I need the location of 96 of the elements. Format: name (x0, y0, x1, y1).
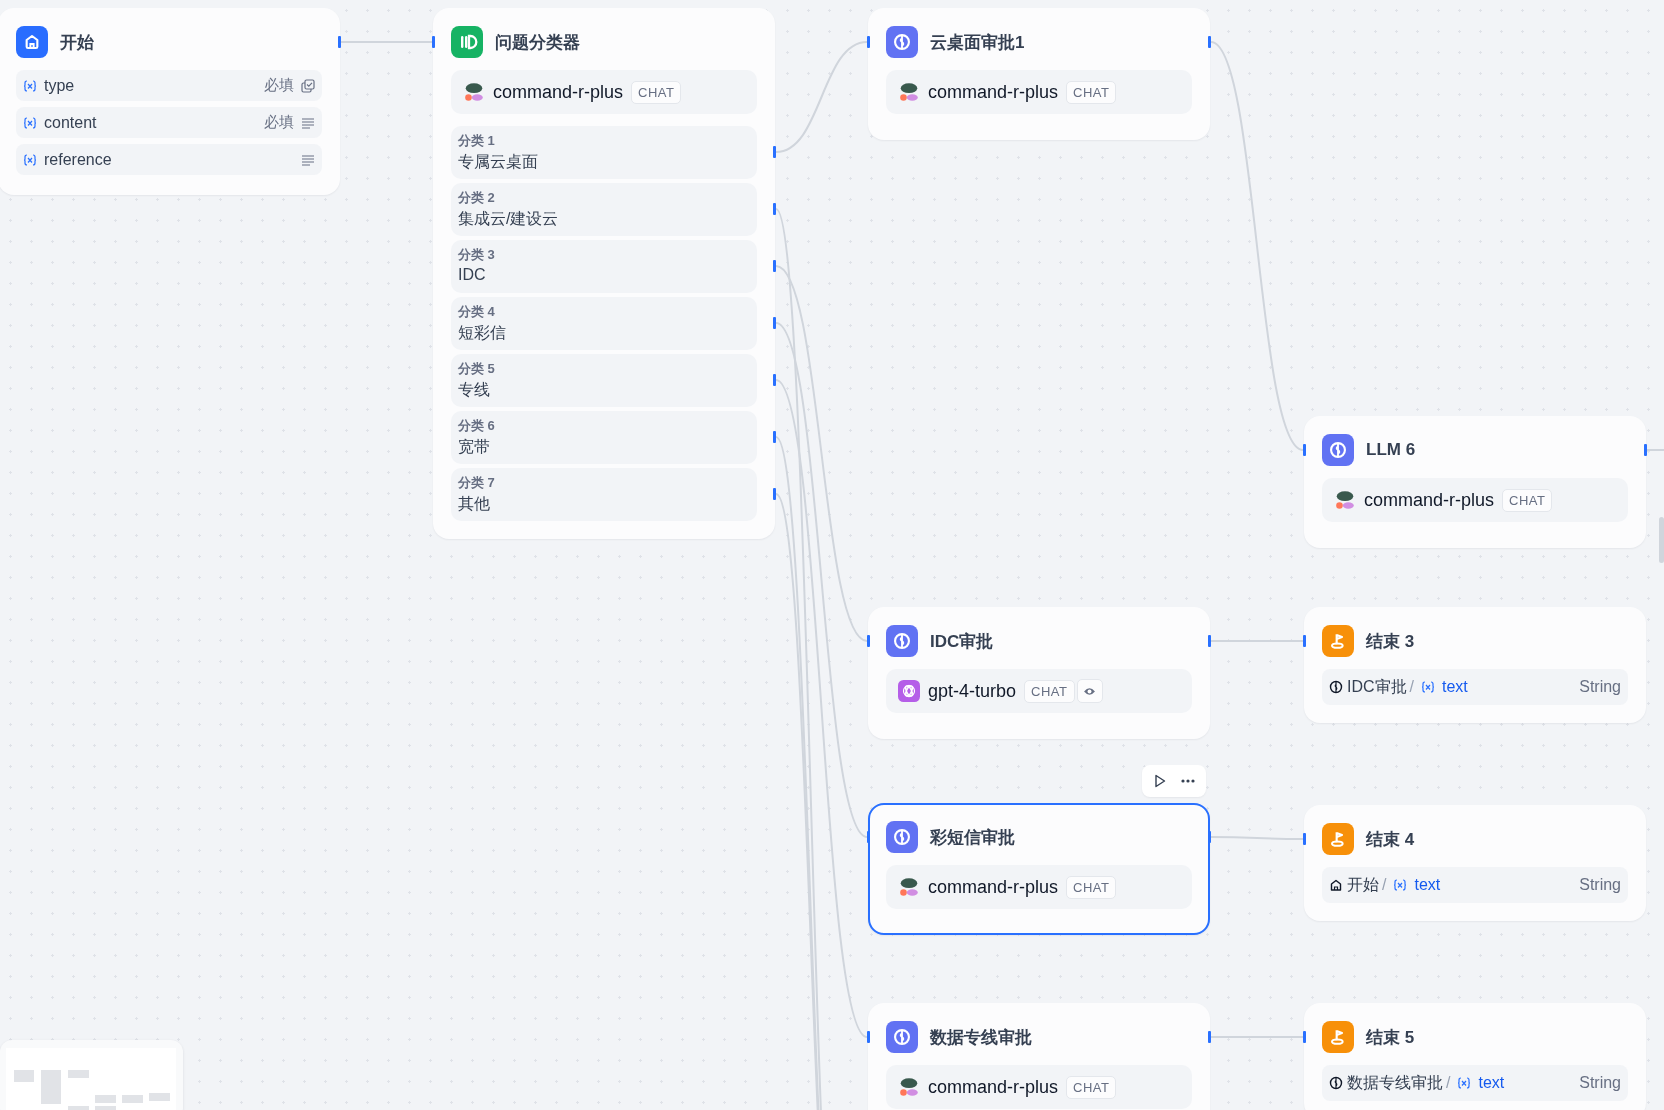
connection-handle[interactable] (1303, 1031, 1306, 1043)
connection-handle[interactable] (1303, 444, 1306, 456)
connection-handle[interactable] (773, 374, 776, 386)
connection-handle[interactable] (1644, 444, 1647, 456)
source-node-name: IDC审批 (1347, 676, 1407, 697)
node-title: 结束 5 (1366, 1026, 1415, 1049)
flag-icon (1322, 1021, 1354, 1053)
mode-badge: CHAT (631, 80, 682, 104)
brain-icon (886, 821, 918, 853)
model-logo-icon (898, 680, 920, 702)
connector-edge (1646, 449, 1664, 451)
connection-handle[interactable] (1303, 833, 1306, 845)
connection-handle[interactable] (1208, 1031, 1211, 1043)
brain-icon (1322, 434, 1354, 466)
path-separator: / (1409, 678, 1414, 696)
connection-handle[interactable] (867, 635, 870, 647)
connection-handle[interactable] (773, 488, 776, 500)
model-logo-icon (463, 81, 485, 103)
model-logo-icon (898, 876, 920, 898)
connection-handle[interactable] (773, 203, 776, 215)
node-title: 结束 3 (1366, 630, 1415, 653)
variable-name: text (1478, 1074, 1505, 1092)
required-label: 必填 (264, 76, 294, 95)
node-title: 结束 4 (1366, 828, 1415, 851)
path-separator: / (1446, 1074, 1451, 1092)
mode-badge: CHAT (1024, 679, 1075, 703)
variable-name: reference (44, 150, 112, 169)
model-selector[interactable]: gpt-4-turbo CHAT (886, 669, 1192, 713)
flag-icon (1322, 823, 1354, 855)
connection-handle[interactable] (1208, 831, 1211, 843)
model-logo-icon (1334, 489, 1356, 511)
variable-name: type (44, 76, 75, 95)
classifier-icon (451, 26, 483, 58)
home-icon (16, 26, 48, 58)
connection-handle[interactable] (773, 317, 776, 329)
variable-type: String (1579, 678, 1621, 696)
variable-type: String (1579, 1074, 1621, 1092)
model-name: command-r-plus (493, 81, 624, 103)
connection-handle[interactable] (867, 36, 870, 48)
variable-icon (22, 77, 38, 94)
variable-icon (1456, 1075, 1473, 1091)
node-title: 问题分类器 (495, 31, 580, 54)
home-icon (1329, 878, 1343, 892)
connection-handle[interactable] (773, 431, 776, 443)
scrollbar (1659, 517, 1664, 563)
flag-icon (1322, 625, 1354, 657)
model-logo-icon (898, 1076, 920, 1098)
model-name: gpt-4-turbo (928, 680, 1017, 702)
source-node-name: 开始 (1347, 874, 1379, 895)
node-title: IDC审批 (930, 630, 994, 653)
model-selector[interactable]: command-r-plus CHAT (886, 1065, 1192, 1109)
connection-handle[interactable] (1303, 635, 1306, 647)
connection-handle[interactable] (867, 831, 870, 843)
connection-handle[interactable] (432, 36, 435, 48)
source-node-name: 数据专线审批 (1347, 1072, 1443, 1093)
brain-icon (886, 26, 918, 58)
variable-icon (1420, 679, 1436, 695)
variable-name: content (44, 113, 97, 132)
connection-handle[interactable] (1208, 635, 1211, 647)
connection-handle[interactable] (773, 146, 776, 158)
path-separator: / (1382, 876, 1387, 894)
model-name: command-r-plus (928, 81, 1059, 103)
required-label: 必填 (264, 113, 294, 132)
model-logo-icon (898, 81, 920, 103)
variable-icon (22, 114, 38, 131)
model-selector[interactable]: command-r-plus CHAT (886, 70, 1192, 114)
variable-name: text (1442, 678, 1468, 696)
connection-handle[interactable] (1208, 36, 1211, 48)
node-title: 开始 (60, 31, 94, 54)
brain-icon (1329, 1076, 1343, 1090)
model-name: command-r-plus (928, 876, 1059, 898)
connection-handle[interactable] (338, 36, 341, 48)
brain-icon (886, 625, 918, 657)
model-selector[interactable]: command-r-plus CHAT (1322, 478, 1628, 522)
variable-icon (22, 151, 38, 168)
connection-handle[interactable] (773, 260, 776, 272)
variable-name: text (1414, 876, 1441, 894)
brain-icon (1329, 680, 1343, 694)
variable-type: String (1579, 876, 1621, 894)
node-title: LLM 6 (1366, 440, 1416, 460)
mode-badge: CHAT (1066, 80, 1117, 104)
model-name: command-r-plus (1364, 489, 1495, 511)
connection-handle[interactable] (867, 1031, 870, 1043)
node-title: 云桌面审批1 (930, 31, 1025, 54)
model-name: command-r-plus (928, 1076, 1059, 1098)
mode-badge: CHAT (1066, 875, 1117, 899)
node-title: 数据专线审批 (930, 1026, 1032, 1049)
node-title: 彩短信审批 (930, 826, 1015, 849)
model-selector[interactable]: command-r-plus CHAT (886, 865, 1192, 909)
brain-icon (886, 1021, 918, 1053)
model-selector[interactable]: command-r-plus CHAT (451, 70, 757, 114)
mode-badge: CHAT (1502, 488, 1553, 512)
play-icon (1152, 773, 1168, 789)
variable-icon (1392, 877, 1409, 893)
mode-badge: CHAT (1066, 1075, 1117, 1099)
select-icon (300, 77, 316, 94)
